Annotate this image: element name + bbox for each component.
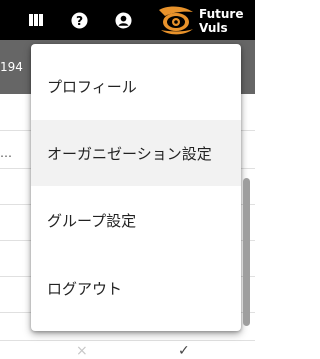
help-icon[interactable]: ?: [70, 11, 88, 29]
truncated-cell: …: [0, 146, 12, 160]
futurevuls-logo-icon[interactable]: [157, 6, 195, 36]
menu-item-label: グループ設定: [47, 211, 137, 230]
columns-icon[interactable]: [27, 11, 45, 29]
menu-item-label: ログアウト: [47, 279, 123, 298]
menu-item-profile[interactable]: プロフィール: [31, 53, 241, 119]
scrollbar[interactable]: [243, 178, 250, 326]
total-count: 194: [0, 60, 23, 74]
cross-mark: ×: [76, 343, 88, 359]
account-menu: プロフィール オーガニゼーション設定 グループ設定 ログアウト: [31, 44, 241, 331]
row-divider: [0, 340, 255, 341]
menu-item-label: オーガニゼーション設定: [47, 144, 212, 163]
menu-item-organization-settings[interactable]: オーガニゼーション設定: [31, 120, 241, 186]
account-icon[interactable]: [114, 11, 132, 29]
logo-text-line1: Future: [199, 7, 244, 21]
top-header-bar: ? Future Vuls: [0, 0, 255, 40]
logo-text-line2: Vuls: [199, 21, 228, 35]
menu-item-label: プロフィール: [47, 77, 137, 96]
menu-item-group-settings[interactable]: グループ設定: [31, 187, 241, 253]
svg-text:?: ?: [75, 13, 82, 27]
menu-item-logout[interactable]: ログアウト: [31, 255, 241, 321]
check-mark: ✓: [178, 343, 190, 359]
